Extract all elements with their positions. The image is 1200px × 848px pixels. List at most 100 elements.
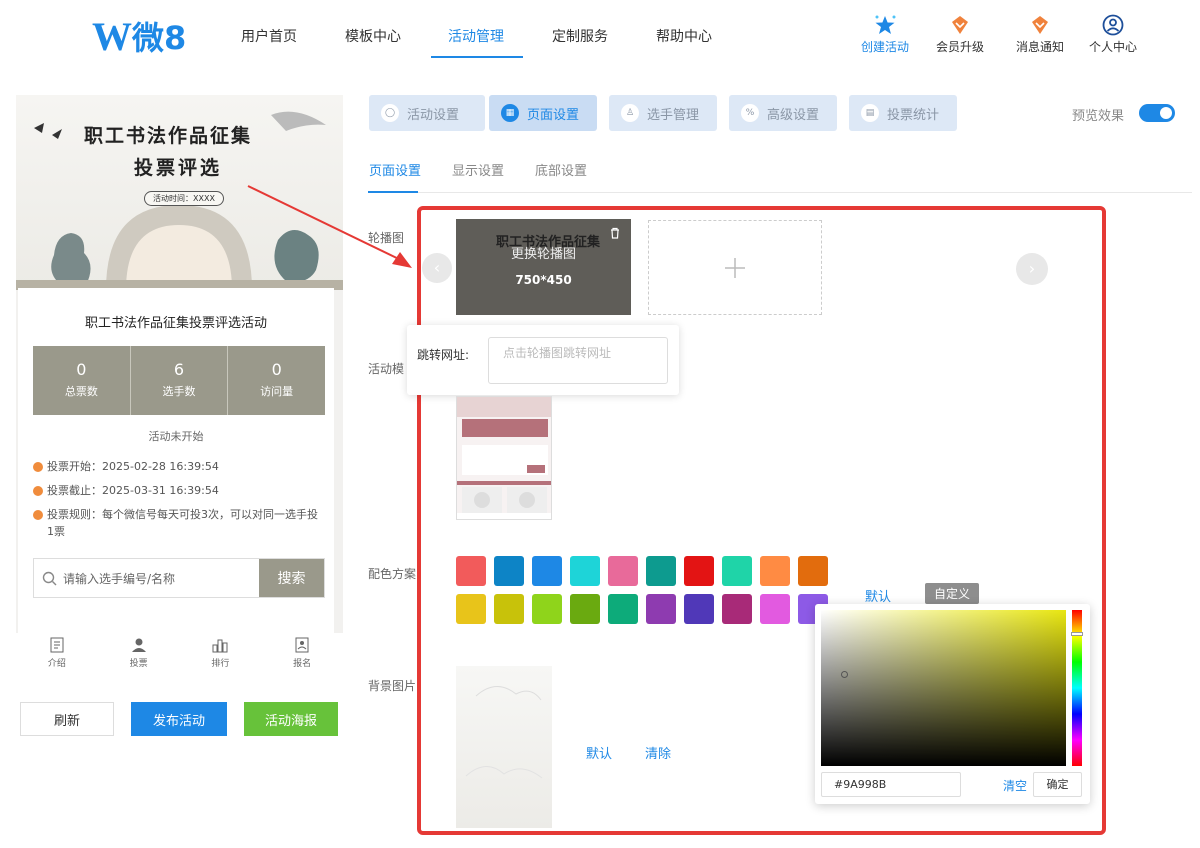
picker-confirm-button[interactable]: 确定 bbox=[1033, 772, 1082, 797]
carousel-next-button[interactable]: › bbox=[1016, 253, 1048, 285]
banner-title-1: 职工书法作品征集 bbox=[84, 125, 253, 147]
preview-toggle-label: 预览效果 bbox=[1072, 109, 1125, 124]
background-preview-graphic bbox=[465, 686, 543, 779]
template-thumbnail[interactable] bbox=[456, 396, 552, 520]
jump-url-label: 跳转网址: bbox=[417, 348, 470, 362]
color-swatch[interactable] bbox=[722, 556, 752, 586]
plus-icon bbox=[725, 257, 745, 278]
activity-poster-button[interactable]: 活动海报 bbox=[244, 702, 338, 736]
subtab-active-underline bbox=[368, 191, 418, 193]
background-image-thumbnail[interactable] bbox=[456, 666, 552, 828]
create-activity-button[interactable]: 创建活动 bbox=[850, 14, 920, 55]
carousel-label: 轮播图 bbox=[368, 231, 405, 245]
color-swatch[interactable] bbox=[798, 556, 828, 586]
color-swatch[interactable] bbox=[646, 556, 676, 586]
stats-panel: 0 总票数 6 选手数 0 访问量 bbox=[33, 346, 325, 415]
stat-contestants: 6 选手数 bbox=[131, 346, 229, 415]
color-swatch[interactable] bbox=[608, 594, 638, 624]
subtab-footer-settings[interactable]: 底部设置 bbox=[535, 160, 587, 179]
member-upgrade-button[interactable]: 会员升级 bbox=[925, 14, 995, 55]
tab-vote[interactable]: 投票 bbox=[98, 633, 180, 678]
user-center-button[interactable]: 个人中心 bbox=[1078, 14, 1148, 55]
search-input[interactable]: 请输入选手编号/名称 bbox=[34, 559, 259, 597]
color-swatch[interactable] bbox=[760, 556, 790, 586]
logo[interactable]: W 微8 bbox=[92, 14, 186, 59]
person-icon: ♙ bbox=[621, 104, 639, 122]
member-upgrade-label: 会员升级 bbox=[935, 40, 984, 54]
preview-toggle[interactable] bbox=[1139, 104, 1175, 122]
background-image-label: 背景图片 bbox=[368, 679, 417, 693]
carousel-prev-button[interactable]: ‹ bbox=[422, 253, 452, 283]
tab-advanced-settings[interactable]: % 高级设置 bbox=[729, 95, 837, 131]
nav-home[interactable]: 用户首页 bbox=[241, 26, 297, 46]
banner-title-2: 投票评选 bbox=[134, 157, 223, 179]
rule-vote: 投票规则：每个微信号每天可投3次，可以对同一选手投1票 bbox=[33, 506, 323, 540]
preview-tabbar: 介绍 投票 排行 报名 bbox=[16, 633, 343, 678]
user-icon bbox=[1078, 14, 1148, 36]
color-cursor[interactable] bbox=[841, 671, 848, 678]
hex-input[interactable]: #9A998B bbox=[821, 772, 961, 797]
info-dot-icon bbox=[33, 462, 43, 472]
nav-custom-service[interactable]: 定制服务 bbox=[552, 26, 608, 46]
banner-date: 活动时间：XXXX bbox=[144, 191, 224, 206]
jump-url-popover: 跳转网址: 点击轮播图跳转网址 bbox=[407, 325, 679, 395]
ranking-icon bbox=[212, 639, 228, 653]
stat-total-votes: 0 总票数 bbox=[33, 346, 131, 415]
color-swatch[interactable] bbox=[570, 594, 600, 624]
carousel-size: 750*450 bbox=[515, 273, 572, 287]
tab-intro[interactable]: 介绍 bbox=[16, 633, 98, 678]
color-swatch[interactable] bbox=[646, 594, 676, 624]
stat-visits: 0 访问量 bbox=[260, 360, 294, 398]
add-carousel-button[interactable] bbox=[648, 220, 822, 315]
activity-title: 职工书法作品征集投票评选活动 bbox=[84, 316, 267, 331]
color-swatch[interactable] bbox=[456, 594, 486, 624]
color-swatch[interactable] bbox=[570, 556, 600, 586]
color-swatch[interactable] bbox=[684, 594, 714, 624]
layout-icon: ▦ bbox=[501, 104, 519, 122]
rule-end: 投票截止：2025-03-31 16:39:54 bbox=[33, 482, 219, 499]
color-swatch[interactable] bbox=[494, 594, 524, 624]
tab-signup[interactable]: 报名 bbox=[261, 633, 343, 678]
notifications-label: 消息通知 bbox=[1015, 40, 1064, 54]
color-swatch[interactable] bbox=[532, 594, 562, 624]
hue-slider[interactable] bbox=[1071, 610, 1083, 766]
picker-clear-button[interactable]: 清空 bbox=[1003, 777, 1027, 794]
person-icon bbox=[131, 638, 146, 652]
template-preview-graphic bbox=[457, 397, 551, 519]
refresh-button[interactable]: 刷新 bbox=[20, 702, 114, 736]
color-swatch[interactable] bbox=[684, 556, 714, 586]
trash-icon[interactable] bbox=[609, 227, 621, 239]
document-icon bbox=[50, 637, 64, 653]
color-swatch[interactable] bbox=[456, 556, 486, 586]
default-color-link[interactable]: 默认 bbox=[865, 586, 891, 605]
saturation-area[interactable] bbox=[821, 610, 1066, 766]
color-swatch[interactable] bbox=[760, 594, 790, 624]
subtab-display-settings[interactable]: 显示设置 bbox=[452, 160, 504, 179]
nav-templates[interactable]: 模板中心 bbox=[345, 26, 401, 46]
color-swatch[interactable] bbox=[494, 556, 524, 586]
activity-info-card: 职工书法作品征集投票评选活动 0 总票数 6 选手数 0 访问量 活动未开始 投票开始… bbox=[18, 288, 334, 633]
publish-activity-button[interactable]: 发布活动 bbox=[131, 702, 227, 736]
default-background-link[interactable]: 默认 bbox=[586, 743, 612, 762]
notifications-button[interactable]: 消息通知 bbox=[1005, 14, 1075, 55]
tab-page-settings[interactable]: ▦ 页面设置 bbox=[489, 95, 597, 131]
color-swatch[interactable] bbox=[722, 594, 752, 624]
clear-background-link[interactable]: 清除 bbox=[645, 743, 671, 762]
jump-url-textarea[interactable]: 点击轮播图跳转网址 bbox=[488, 337, 668, 384]
search-button[interactable]: 搜索 bbox=[259, 559, 324, 597]
nav-help[interactable]: 帮助中心 bbox=[656, 26, 712, 46]
tab-vote-statistics[interactable]: ▤ 投票统计 bbox=[849, 95, 957, 131]
subtab-page-settings[interactable]: 页面设置 bbox=[369, 160, 421, 179]
tab-contestant-management[interactable]: ♙ 选手管理 bbox=[609, 95, 717, 131]
carousel-image[interactable]: 职工书法作品征集 更换轮播图 750*450 bbox=[456, 219, 631, 315]
tab-activity-settings[interactable]: ◯ 活动设置 bbox=[369, 95, 485, 131]
nav-activity-management[interactable]: 活动管理 bbox=[448, 26, 504, 46]
hue-thumb[interactable] bbox=[1071, 632, 1083, 636]
color-swatch[interactable] bbox=[608, 556, 638, 586]
custom-color-button[interactable]: 自定义 bbox=[925, 583, 980, 604]
nav-active-underline bbox=[431, 56, 523, 58]
tab-ranking[interactable]: 排行 bbox=[180, 633, 262, 678]
create-activity-label: 创建活动 bbox=[860, 40, 909, 54]
color-swatch[interactable] bbox=[532, 556, 562, 586]
chart-icon: ▤ bbox=[861, 104, 879, 122]
